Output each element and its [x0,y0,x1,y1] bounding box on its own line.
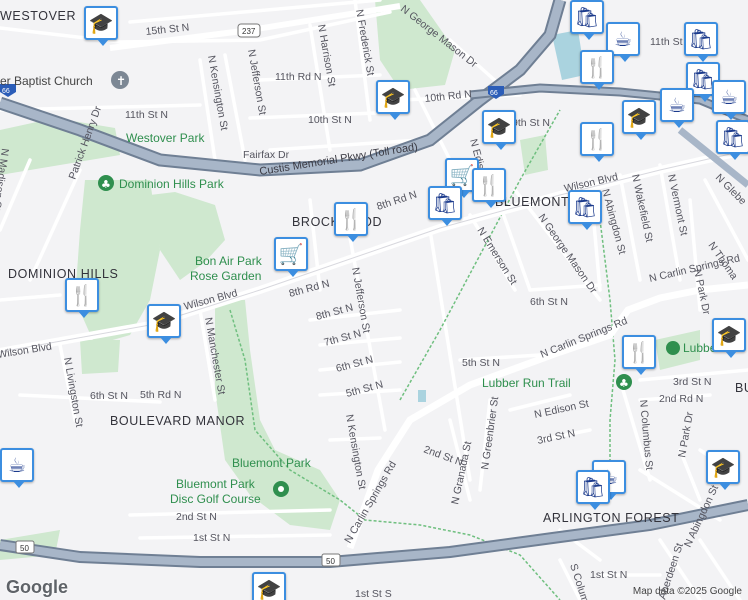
shield-i66-left-label: 66 [2,88,10,95]
park-bon-air-2: Rose Garden [190,269,261,283]
shopping-cart-icon: 🛒 [449,163,475,187]
shopping-bag-icon: 🛍 [432,191,458,215]
restaurant-icon: 🍴 [584,55,610,79]
restaurant-icon: 🍴 [338,207,364,231]
street-label: 1st St N [590,569,627,581]
school-marker[interactable]: 🎓 [84,6,118,46]
map-base: 66 66 237 50 50 WESTOVER DOMINION HILLS … [0,0,748,600]
map-canvas[interactable]: 66 66 237 50 50 WESTOVER DOMINION HILLS … [0,0,748,600]
shopping-marker[interactable]: 🛍 [428,186,462,226]
park-disc-golf-1: Bluemont Park [176,477,256,491]
school-icon: 🎓 [88,11,114,35]
school-icon: 🎓 [716,323,742,347]
cafe-marker[interactable]: ☕ [712,80,746,120]
map-attribution[interactable]: Map data ©2025 Google [633,586,742,597]
shield-237: 237 [237,23,261,38]
street-label: 6th St N [530,296,568,308]
shopping-marker[interactable]: 🛍 [570,0,604,40]
shopping-bag-icon: 🛍 [580,475,606,499]
school-marker[interactable]: 🎓 [622,100,656,140]
area-arlington-forest: ARLINGTON FOREST [543,511,679,525]
restaurant-marker[interactable]: 🍴 [622,335,656,375]
restaurant-marker[interactable]: 🍴 [65,278,99,318]
street-label: 6th St N [90,390,128,402]
street-label: 10th St N [308,114,352,126]
restaurant-marker[interactable]: 🍴 [580,50,614,90]
shield-us50-mid: 50 [321,553,341,567]
street-label: 11th St N [125,109,168,121]
school-marker[interactable]: 🎓 [252,572,286,600]
area-bu: BU [735,381,748,395]
google-logo: Google [6,577,68,597]
street-label: 1st St N [193,532,230,544]
cafe-marker[interactable]: ☕ [0,448,34,488]
church-label: er Baptist Church [0,74,93,88]
shield-237-label: 237 [242,27,256,36]
school-marker[interactable]: 🎓 [482,110,516,150]
cafe-icon: ☕ [720,85,738,109]
park-icon-lubber [666,341,680,355]
school-icon: 🎓 [486,115,512,139]
street-label: 5th St N [462,357,500,369]
school-marker[interactable]: 🎓 [376,80,410,120]
shield-us50-left: 50 [15,540,35,554]
school-icon: 🎓 [710,455,736,479]
grocery-marker[interactable]: 🛒 [274,237,308,277]
park-dominion-hills: Dominion Hills Park [119,177,225,191]
park-westover: Westover Park [126,131,205,145]
restaurant-icon: 🍴 [476,173,502,197]
cafe-icon: ☕ [8,453,26,477]
street-label: 2nd St N [176,511,217,523]
area-westover: WESTOVER [0,9,76,23]
restaurant-marker[interactable]: 🍴 [580,122,614,162]
cafe-icon: ☕ [668,93,686,117]
park-lubber-run-trail: Lubber Run Trail [482,376,571,390]
shopping-cart-icon: 🛒 [278,242,304,266]
school-icon: 🎓 [256,577,282,600]
street-label: 2nd Rd N [659,393,703,405]
shield-us50-mid-label: 50 [326,557,335,566]
park-bon-air-1: Bon Air Park [195,254,263,268]
street-label: 11th Rd N [275,71,322,83]
shopping-marker[interactable]: 🛍 [568,190,602,230]
street-label: 9th St N [512,117,550,129]
cafe-marker[interactable]: ☕ [660,88,694,128]
area-boulevard-manor: BOULEVARD MANOR [110,414,245,428]
park-bluemont: Bluemont Park [232,456,312,470]
shopping-bag-icon: 🛍 [720,125,746,149]
school-marker[interactable]: 🎓 [712,318,746,358]
shopping-bag-icon: 🛍 [574,5,600,29]
shopping-marker[interactable]: 🛍 [576,470,610,510]
svg-text:♣: ♣ [101,178,111,191]
area-dominion-hills: DOMINION HILLS [8,267,119,281]
restaurant-icon: 🍴 [584,127,610,151]
restaurant-marker[interactable]: 🍴 [334,202,368,242]
street-label: 3rd St N [673,376,712,388]
street-label: 5th Rd N [140,389,181,401]
shopping-bag-icon: 🛍 [572,195,598,219]
school-marker[interactable]: 🎓 [706,450,740,490]
shopping-marker[interactable]: 🛍 [716,120,748,160]
shield-i66-right-label: 66 [490,90,498,97]
svg-text:♣: ♣ [619,377,629,390]
street-label: 1st St S [355,588,392,600]
street-label: Fairfax Dr [243,149,290,161]
school-icon: 🎓 [380,85,406,109]
restaurant-icon: 🍴 [626,340,652,364]
area-bluemont: BLUEMONT [495,195,569,209]
school-icon: 🎓 [626,105,652,129]
cafe-icon: ☕ [614,27,632,51]
shield-us50-left-label: 50 [20,544,29,553]
restaurant-icon: 🍴 [69,283,95,307]
shopping-marker[interactable]: 🛍 [684,22,718,62]
restaurant-marker[interactable]: 🍴 [472,168,506,208]
park-disc-golf-2: Disc Golf Course [170,492,261,506]
school-marker[interactable]: 🎓 [147,304,181,344]
shopping-bag-icon: 🛍 [688,27,714,51]
school-icon: 🎓 [151,309,177,333]
svg-text:✝: ✝ [116,74,126,88]
